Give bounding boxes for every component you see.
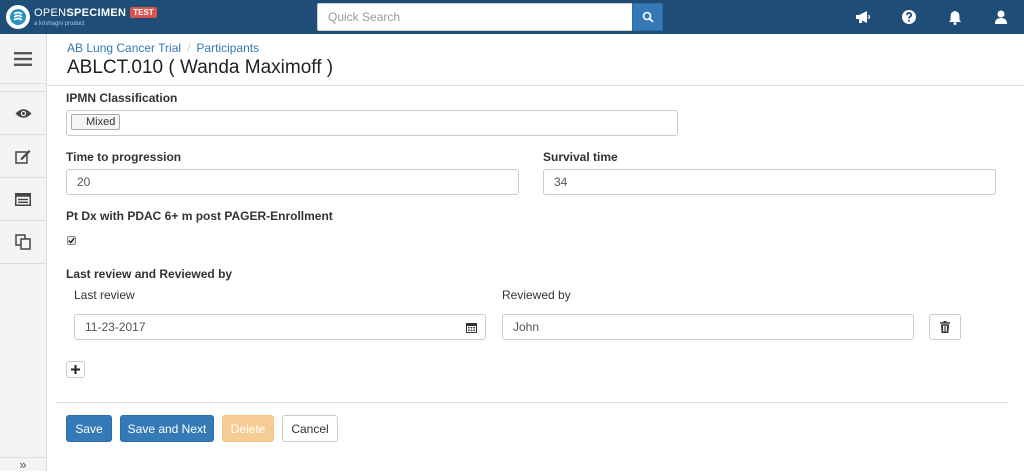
breadcrumb-item-study[interactable]: AB Lung Cancer Trial <box>67 41 181 55</box>
copy-icon <box>15 234 31 250</box>
main-content: AB Lung Cancer Trial / Participants ABLCT.… <box>47 34 1024 471</box>
last-review-date-value: 11-23-2017 <box>85 320 146 334</box>
cancel-button[interactable]: Cancel <box>282 415 338 442</box>
ipmn-tag-label: Mixed <box>86 116 116 128</box>
ipmn-select[interactable]: Mixed <box>66 110 678 136</box>
app-name: OPENSPECIMEN <box>34 6 127 19</box>
form-divider <box>55 402 1008 403</box>
save-and-next-button[interactable]: Save and Next <box>120 415 214 442</box>
env-badge: TEST <box>130 7 157 18</box>
ipmn-tag-mixed[interactable]: Mixed <box>71 114 121 130</box>
sidebar-item-copy[interactable] <box>0 221 46 264</box>
delete-button[interactable]: Delete <box>222 415 274 442</box>
app-tagline: a krishagni product <box>34 20 85 27</box>
top-navbar: OPENSPECIMEN a krishagni product TEST <box>0 0 1024 34</box>
app-logo[interactable]: OPENSPECIMEN a krishagni product TEST <box>6 5 157 29</box>
announcements-button[interactable] <box>840 0 886 34</box>
reviewed-by-input[interactable]: John <box>502 314 914 340</box>
sidebar-item-overview[interactable] <box>0 92 46 135</box>
page-title: ABLCT.010 ( Wanda Maximoff ) <box>67 57 334 78</box>
quick-search <box>317 3 663 31</box>
add-review-button[interactable] <box>66 361 85 378</box>
calendar-icon[interactable] <box>466 322 477 333</box>
search-button[interactable] <box>632 3 663 31</box>
help-button[interactable] <box>886 0 932 34</box>
pt-dx-label: Pt Dx with PDAC 6+ m post PAGER-Enrollme… <box>66 209 333 223</box>
breadcrumb-separator: / <box>187 41 191 55</box>
last-review-label: Last review <box>74 288 135 302</box>
review-group-label: Last review and Reviewed by <box>66 267 233 281</box>
menu-icon <box>14 51 32 66</box>
trash-icon <box>940 321 950 333</box>
sidebar-expand-toggle[interactable]: » <box>0 457 46 472</box>
ipmn-label: IPMN Classification <box>66 91 178 105</box>
time-to-progression-input[interactable]: 20 <box>66 169 519 195</box>
user-menu-button[interactable] <box>978 0 1024 34</box>
reviewed-by-label: Reviewed by <box>502 288 571 302</box>
user-icon <box>995 10 1007 24</box>
search-input[interactable] <box>317 3 632 31</box>
last-review-date-input[interactable]: 11-23-2017 <box>74 314 486 340</box>
sidebar: » <box>0 34 47 472</box>
notifications-button[interactable] <box>932 0 978 34</box>
sidebar-menu-toggle[interactable] <box>0 34 46 84</box>
breadcrumb-item-participants[interactable]: Participants <box>196 41 259 55</box>
plus-icon <box>71 365 80 374</box>
sidebar-item-list[interactable] <box>0 178 46 221</box>
sidebar-item-edit[interactable] <box>0 135 46 178</box>
list-icon <box>15 192 31 206</box>
bell-icon <box>949 10 961 25</box>
pt-dx-checkbox[interactable] <box>67 236 76 245</box>
time-to-progression-label: Time to progression <box>66 150 182 164</box>
search-icon <box>642 11 653 23</box>
help-icon <box>902 10 916 24</box>
survival-time-label: Survival time <box>543 150 618 164</box>
logo-mark-icon <box>6 5 30 29</box>
breadcrumb: AB Lung Cancer Trial / Participants <box>67 41 259 55</box>
megaphone-icon <box>856 11 870 23</box>
remove-review-button[interactable] <box>929 314 961 340</box>
survival-time-input[interactable]: 34 <box>543 169 996 195</box>
page-header: AB Lung Cancer Trial / Participants ABLCT.… <box>47 34 1024 86</box>
edit-icon <box>15 149 31 164</box>
save-button[interactable]: Save <box>66 415 112 442</box>
checkmark-icon <box>68 237 75 244</box>
eye-icon <box>15 108 31 118</box>
